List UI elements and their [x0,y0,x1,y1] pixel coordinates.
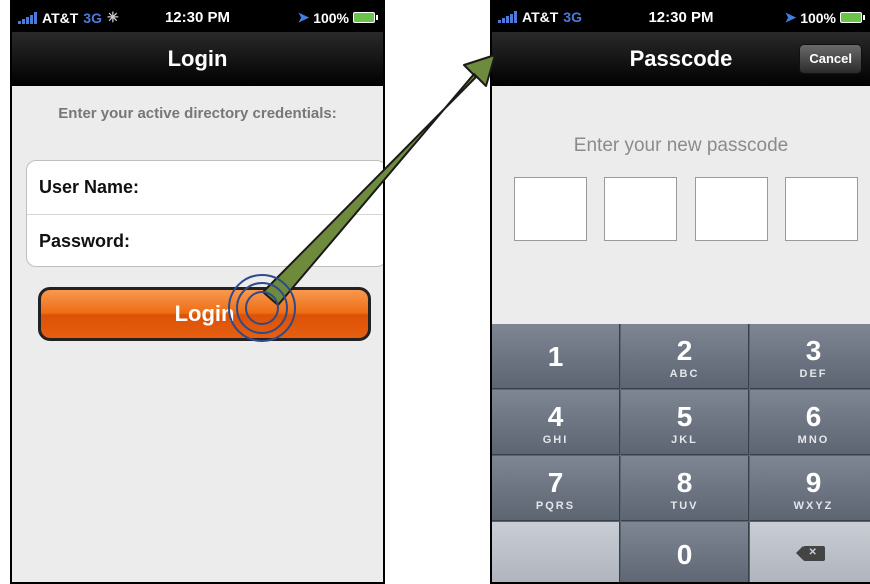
key-digit: 2 [676,335,693,366]
battery-percent: 100% [313,9,349,26]
key-blank [492,522,620,582]
key-letters: TUV [670,500,699,512]
username-field[interactable]: User Name: [27,161,383,214]
location-arrow-icon: ➤ [784,9,797,25]
key-digit: 1 [547,341,564,372]
key-9[interactable]: 9 WXYZ [750,456,870,521]
key-digit: 9 [805,467,822,498]
credentials-form: User Name: Password: [26,160,383,267]
key-letters: WXYZ [793,500,834,512]
key-letters: MNO [797,434,830,446]
passcode-digit-box [785,177,858,241]
passcode-digit-box [695,177,768,241]
passcode-digit-box [604,177,677,241]
key-1[interactable]: 1 [492,324,620,389]
passcode-screen: AT&T 3G 12:30 PM ➤ 100% Passcode Cancel … [490,0,870,584]
key-5[interactable]: 5 JKL [621,390,749,455]
key-2[interactable]: 2 ABC [621,324,749,389]
key-letters: DEF [799,368,828,380]
key-digit: 8 [676,467,693,498]
passcode-prompt: Enter your new passcode [573,135,789,156]
key-letters: PQRS [535,500,576,512]
key-8[interactable]: 8 TUV [621,456,749,521]
battery-percent: 100% [800,9,836,26]
cancel-button[interactable]: Cancel [799,44,862,74]
key-4[interactable]: 4 GHI [492,390,620,455]
key-letters: JKL [671,434,698,446]
numeric-keypad: 1 2 ABC 3 DEF 4 GHI 5 JKL 6 MNO 7 PQRS 8… [492,324,870,582]
key-digit: 5 [676,401,693,432]
key-digit: 6 [805,401,822,432]
backspace-icon [795,546,825,561]
key-7[interactable]: 7 PQRS [492,456,620,521]
key-digit: 3 [805,335,822,366]
key-digit: 7 [547,467,564,498]
password-field[interactable]: Password: [27,214,383,267]
status-bar: AT&T 3G ✳ 12:30 PM ➤ 100% [12,2,383,32]
status-bar: AT&T 3G 12:30 PM ➤ 100% [492,2,870,32]
nav-title: Login [12,32,383,86]
battery-status: ➤ 100% [784,9,865,26]
instruction-text: Enter your active directory credentials: [58,105,337,122]
login-screen: AT&T 3G ✳ 12:30 PM ➤ 100% Login Enter yo… [10,0,385,584]
key-letters: ABC [669,368,700,380]
key-6[interactable]: 6 MNO [750,390,870,455]
passcode-digit-box [514,177,587,241]
key-digit: 4 [547,401,564,432]
nav-bar: Passcode Cancel [492,32,870,86]
nav-title: Passcode [629,46,733,71]
battery-icon [840,12,865,23]
key-digit: 0 [676,539,693,570]
login-button[interactable]: Login [38,287,371,341]
key-3[interactable]: 3 DEF [750,324,870,389]
battery-status: ➤ 100% [297,9,378,26]
battery-icon [353,12,378,23]
delete-key[interactable] [750,522,870,582]
key-0[interactable]: 0 [621,522,749,582]
location-arrow-icon: ➤ [297,9,310,25]
key-letters: GHI [542,434,569,446]
